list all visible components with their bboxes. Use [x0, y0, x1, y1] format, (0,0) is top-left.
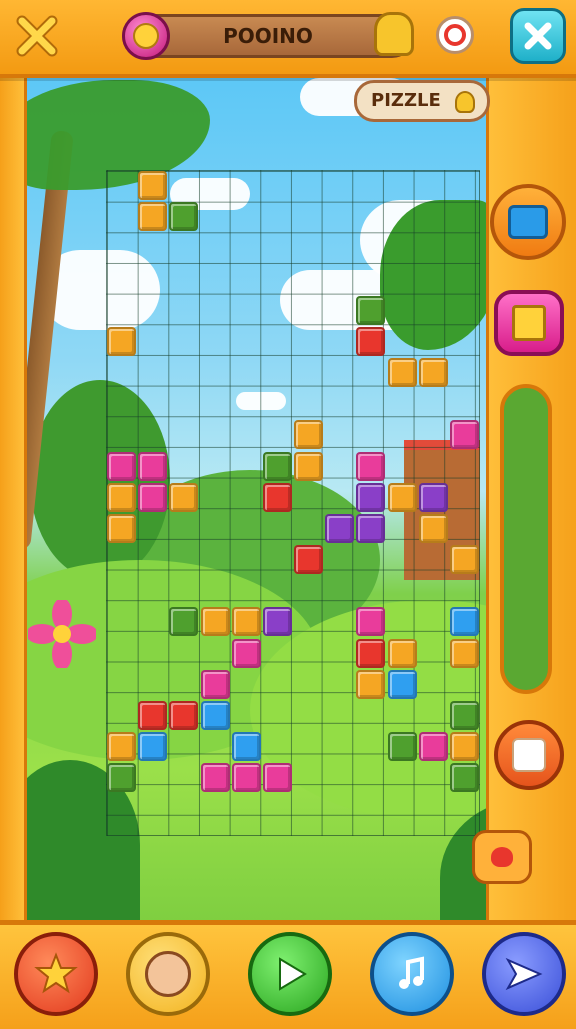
block-blue	[138, 732, 168, 761]
bell-icon	[455, 91, 475, 113]
block-pink	[231, 763, 261, 793]
block-orange	[169, 482, 199, 512]
block-red	[294, 545, 323, 574]
block-purple	[418, 482, 448, 512]
block-pink	[356, 607, 386, 637]
block-pink	[231, 638, 261, 668]
music-icon	[399, 956, 424, 989]
block-orange	[418, 513, 448, 543]
block-orange	[107, 732, 136, 761]
play-icon	[279, 957, 307, 991]
block-purple	[356, 482, 386, 512]
block-purple	[262, 607, 292, 637]
cross-button[interactable]	[10, 10, 64, 62]
block-red	[262, 482, 292, 512]
character-button[interactable]	[126, 932, 210, 1016]
block-orange	[138, 202, 168, 232]
block-orange	[107, 482, 136, 512]
dice-button[interactable]	[494, 720, 564, 790]
block-orange	[107, 513, 136, 543]
card-icon	[512, 305, 546, 341]
block-orange	[356, 669, 386, 699]
block-green	[107, 763, 136, 793]
block-red	[356, 638, 386, 668]
block-purple	[325, 513, 355, 543]
block-orange	[107, 326, 136, 356]
top-bar: POOINO	[0, 0, 576, 78]
card-button[interactable]	[494, 290, 564, 356]
block-red	[356, 326, 386, 356]
block-green	[387, 732, 417, 761]
block-orange	[294, 451, 323, 481]
block-orange	[387, 638, 417, 668]
block-green	[169, 607, 199, 637]
block-orange	[200, 607, 230, 637]
dice-icon	[512, 738, 546, 772]
block-pink	[449, 420, 479, 450]
block-red	[169, 700, 199, 730]
game-board[interactable]	[106, 170, 480, 836]
block-green	[449, 700, 479, 730]
block-green	[262, 451, 292, 481]
camera-button[interactable]	[490, 184, 566, 260]
block-pink	[138, 482, 168, 512]
puzzle-label: PIZZLE	[371, 90, 441, 111]
puzzle-tag[interactable]: PIZZLE	[354, 80, 490, 122]
block-blue	[231, 732, 261, 761]
block-pink	[138, 451, 168, 481]
block-orange	[418, 358, 448, 387]
music-button[interactable]	[370, 932, 454, 1016]
block-blue	[449, 607, 479, 637]
play-button[interactable]	[248, 932, 332, 1016]
target-icon	[444, 24, 466, 46]
block-orange	[387, 482, 417, 512]
block-orange	[231, 607, 261, 637]
block-orange	[138, 171, 168, 200]
block-purple	[356, 513, 386, 543]
side-track[interactable]	[500, 384, 552, 694]
block-orange	[449, 732, 479, 761]
trophy-icon	[374, 12, 414, 56]
block-orange	[387, 358, 417, 387]
send-icon	[505, 957, 543, 991]
character-icon	[145, 951, 191, 997]
close-icon	[524, 22, 552, 50]
star-icon	[34, 952, 78, 994]
block-pink	[356, 451, 386, 481]
block-pink	[262, 763, 292, 793]
block-green	[356, 295, 386, 325]
block-pink	[418, 732, 448, 761]
block-green	[169, 202, 199, 232]
heart-icon	[472, 830, 532, 884]
block-pink	[107, 451, 136, 481]
cross-icon	[16, 15, 58, 57]
star-button[interactable]	[14, 932, 98, 1016]
pink-flower	[26, 598, 98, 670]
block-orange	[449, 545, 479, 574]
block-blue	[200, 700, 230, 730]
send-button[interactable]	[482, 932, 566, 1016]
close-button[interactable]	[510, 8, 566, 64]
block-orange	[294, 420, 323, 450]
block-orange	[449, 638, 479, 668]
target-button[interactable]	[436, 16, 474, 54]
coin-icon	[122, 12, 170, 60]
block-pink	[200, 763, 230, 793]
left-frame	[0, 74, 27, 920]
block-blue	[387, 669, 417, 699]
camera-icon	[508, 205, 548, 239]
block-green	[449, 763, 479, 793]
block-red	[138, 700, 168, 730]
block-pink	[200, 669, 230, 699]
